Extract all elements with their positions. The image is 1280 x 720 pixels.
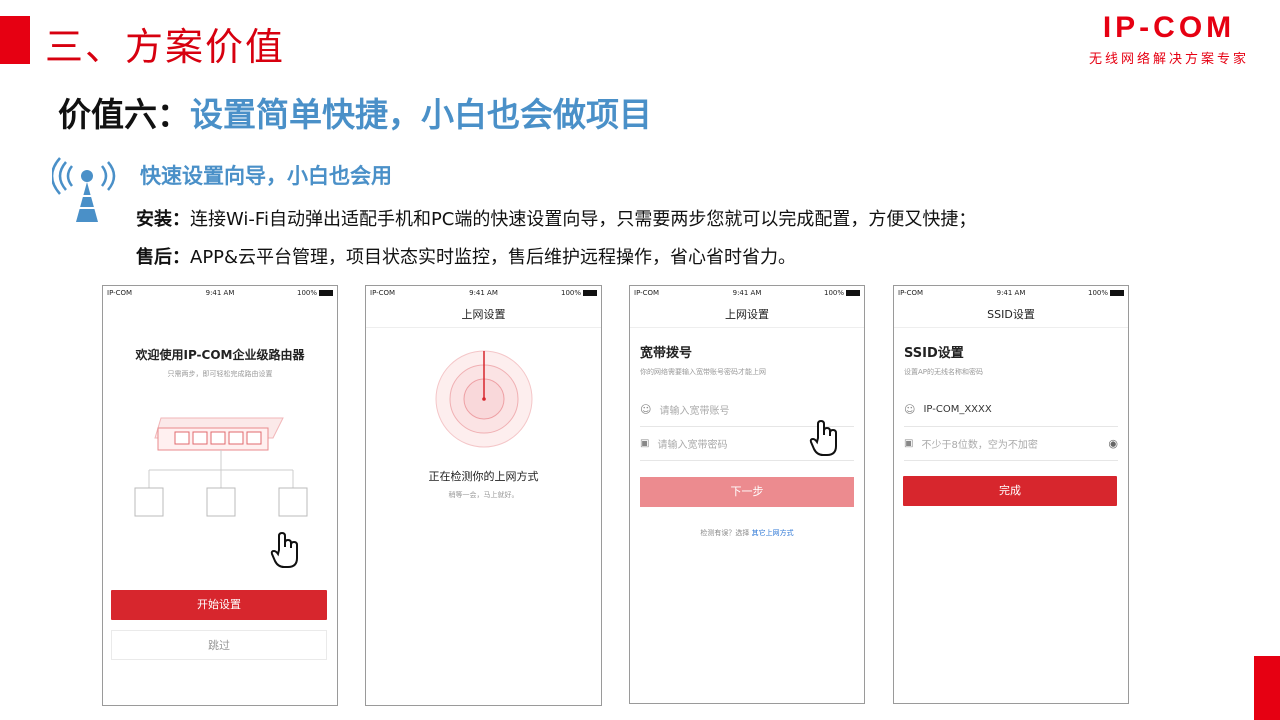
user-icon: ☺ [904, 403, 916, 416]
status-bar: IP-COM 9:41 AM 100% [894, 286, 1128, 302]
battery-indicator: 100% [1088, 289, 1124, 297]
tap-hand-icon [270, 531, 298, 568]
nav-title: 上网设置 [366, 302, 601, 328]
battery-icon [583, 290, 597, 296]
headline-prefix: 价值六： [58, 95, 190, 134]
next-step-button[interactable]: 下一步 [640, 477, 854, 507]
radar-scan-icon [435, 350, 533, 448]
status-bar: IP-COM 9:41 AM 100% [103, 286, 337, 302]
phone-screen-welcome: IP-COM 9:41 AM 100% 欢迎使用IP-COM企业级路由器 只需两… [102, 285, 338, 706]
section-title: 三、方案价值 [45, 25, 286, 69]
start-setup-button[interactable]: 开始设置 [111, 590, 327, 620]
after-sales-text: APP&云平台管理，项目状态实时监控，售后维护远程操作，省心省时省力。 [190, 247, 797, 268]
status-bar: IP-COM 9:41 AM 100% [366, 286, 601, 302]
corner-accent [1254, 656, 1280, 720]
welcome-title: 欢迎使用IP-COM企业级路由器 [135, 348, 305, 362]
hint-text: 检测有误？选择 [700, 529, 750, 537]
battery-label: 100% [823, 289, 844, 297]
nav-title: 上网设置 [630, 302, 864, 328]
skip-button[interactable]: 跳过 [111, 630, 327, 660]
router-topology-diagram [134, 417, 308, 517]
install-label: 安装： [136, 209, 190, 230]
tap-hand-icon [809, 419, 837, 456]
detecting-substatus: 稍等一会，马上就好。 [448, 491, 519, 499]
wifi-password-placeholder: 不少于8位数，空为不加密 [921, 440, 1038, 451]
other-method-link[interactable]: 其它上网方式 [752, 529, 794, 537]
phone-screen-detecting: IP-COM 9:41 AM 100% 上网设置 正在检测你的上网方式 稍等一会… [365, 285, 602, 706]
status-bar: IP-COM 9:41 AM 100% [630, 286, 864, 302]
battery-indicator: 100% [297, 289, 333, 297]
battery-label: 100% [1087, 289, 1108, 297]
lock-icon: ▣ [904, 438, 914, 449]
battery-label: 100% [296, 289, 317, 297]
eye-icon[interactable]: ◉ [1108, 437, 1118, 450]
feature-title: 快速设置向导，小白也会用 [140, 164, 392, 188]
wifi-password-field[interactable]: ▣ 不少于8位数，空为不加密 ◉ [904, 427, 1118, 461]
battery-label: 100% [560, 289, 581, 297]
detecting-status: 正在检测你的上网方式 [428, 470, 539, 483]
headline: 价值六：设置简单快捷，小白也会做项目 [58, 88, 652, 136]
battery-icon [319, 290, 333, 296]
password-placeholder: 请输入宽带密码 [657, 440, 728, 451]
battery-indicator: 100% [561, 289, 597, 297]
headline-main: 设置简单快捷，小白也会做项目 [190, 95, 652, 134]
alt-method-hint: 检测有误？选择 其它上网方式 [630, 528, 864, 538]
pppoe-subtitle: 你的网络需要输入宽带账号密码才能上网 [640, 368, 766, 376]
phone-screen-pppoe: IP-COM 9:41 AM 100% 上网设置 宽带拨号 你的网络需要输入宽带… [629, 285, 865, 704]
antenna-icon [52, 157, 116, 222]
title-accent-bar [0, 16, 30, 64]
ssid-title: SSID设置 [904, 346, 964, 361]
after-sales-line: 售后：APP&云平台管理，项目状态实时监控，售后维护远程操作，省心省时省力。 [136, 243, 796, 269]
lock-icon: ▣ [640, 438, 650, 449]
after-sales-label: 售后： [136, 247, 190, 268]
pppoe-title: 宽带拨号 [640, 346, 693, 361]
ssid-value: IP-COM_XXXX [923, 404, 992, 415]
battery-indicator: 100% [824, 289, 860, 297]
welcome-subtitle: 只需两步，即可轻松完成路由设置 [167, 370, 273, 378]
battery-icon [846, 290, 860, 296]
battery-icon [1110, 290, 1124, 296]
ssid-name-field[interactable]: ☺ IP-COM_XXXX [904, 393, 1118, 427]
install-line: 安装：连接Wi-Fi自动弹出适配手机和PC端的快速设置向导，只需要两步您就可以完… [136, 205, 976, 231]
nav-title: SSID设置 [894, 302, 1128, 328]
done-button[interactable]: 完成 [903, 476, 1117, 506]
user-icon: ☺ [640, 403, 652, 416]
ssid-subtitle: 设置AP的无线名称和密码 [904, 368, 984, 376]
account-placeholder: 请输入宽带账号 [659, 406, 730, 417]
logo-tagline: 无线网络解决方案专家 [1088, 52, 1249, 67]
phone-screen-ssid: IP-COM 9:41 AM 100% SSID设置 SSID设置 设置AP的无… [893, 285, 1129, 704]
ip-com-logo: IP-COM 无线网络解决方案专家 [1074, 11, 1264, 68]
install-text: 连接Wi-Fi自动弹出适配手机和PC端的快速设置向导，只需要两步您就可以完成配置… [190, 209, 977, 230]
logo-wordmark: IP-COM [1102, 11, 1236, 44]
